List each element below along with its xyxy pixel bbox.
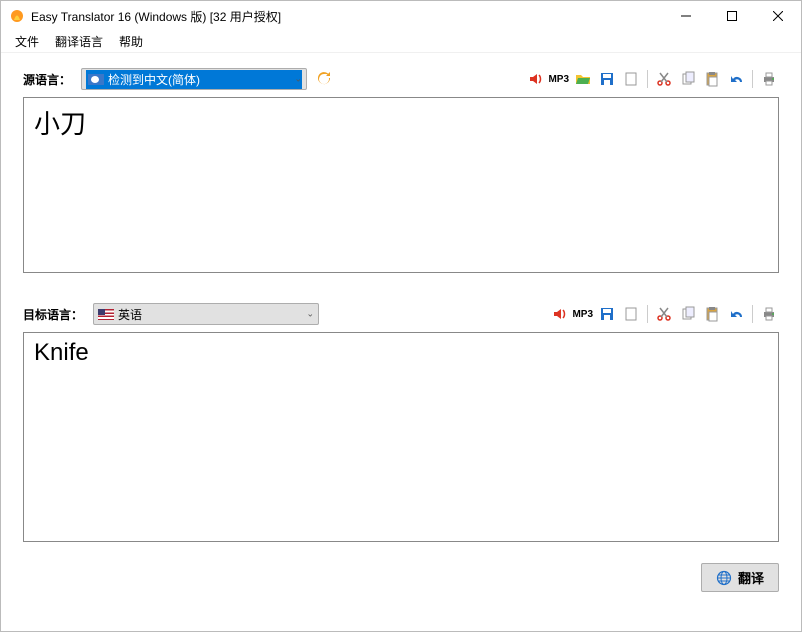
swap-refresh-button[interactable] [313,68,335,90]
print-button[interactable] [759,304,779,324]
window-controls [663,1,801,31]
copy-button[interactable] [678,69,698,89]
new-button[interactable] [621,304,641,324]
toolbar-separator [647,70,648,88]
target-language-label: 目标语言： [23,306,83,323]
speak-button[interactable] [526,69,546,89]
flag-icon [98,309,114,320]
translate-button[interactable]: 翻译 [701,563,779,592]
menu-translate-language[interactable]: 翻译语言 [47,31,111,52]
save-button[interactable] [597,69,617,89]
menubar: 文件 翻译语言 帮助 [1,31,801,53]
globe-icon [716,570,732,586]
footer: 翻译 [1,555,801,604]
source-language-value: 检测到中文(简体) [108,71,200,88]
toolbar-separator [752,70,753,88]
cut-button[interactable] [654,304,674,324]
toolbar-separator [752,305,753,323]
mp3-label[interactable]: MP3 [548,74,569,85]
titlebar: Easy Translator 16 (Windows 版) [32 用户授权] [1,1,801,31]
target-language-value: 英语 [118,306,142,323]
chevron-down-icon: ⌄ [294,74,302,85]
source-text-input[interactable] [23,97,779,273]
target-language-select[interactable]: 英语 ⌄ [93,303,319,325]
menu-help[interactable]: 帮助 [111,31,151,52]
target-header: 目标语言： 英语 ⌄ MP3 [23,302,779,326]
target-text-output[interactable] [23,332,779,542]
flag-icon [88,74,104,85]
paste-button[interactable] [702,304,722,324]
undo-button[interactable] [726,69,746,89]
mp3-label[interactable]: MP3 [572,309,593,320]
new-button[interactable] [621,69,641,89]
source-toolbar: MP3 [526,69,779,89]
maximize-button[interactable] [709,1,755,31]
translate-button-label: 翻译 [738,568,764,587]
save-button[interactable] [597,304,617,324]
menu-file[interactable]: 文件 [7,31,47,52]
app-icon [9,8,25,24]
source-header: 源语言： 检测到中文(简体) ⌄ MP3 [23,67,779,91]
window-title: Easy Translator 16 (Windows 版) [32 用户授权] [31,8,663,25]
chevron-down-icon: ⌄ [306,309,314,320]
minimize-button[interactable] [663,1,709,31]
print-button[interactable] [759,69,779,89]
source-language-label: 源语言： [23,71,71,88]
paste-button[interactable] [702,69,722,89]
close-button[interactable] [755,1,801,31]
target-toolbar: MP3 [550,304,779,324]
content-area: 源语言： 检测到中文(简体) ⌄ MP3 [1,53,801,555]
cut-button[interactable] [654,69,674,89]
open-button[interactable] [573,69,593,89]
source-language-select[interactable]: 检测到中文(简体) ⌄ [81,68,307,90]
copy-button[interactable] [678,304,698,324]
toolbar-separator [647,305,648,323]
speak-button[interactable] [550,304,570,324]
undo-button[interactable] [726,304,746,324]
